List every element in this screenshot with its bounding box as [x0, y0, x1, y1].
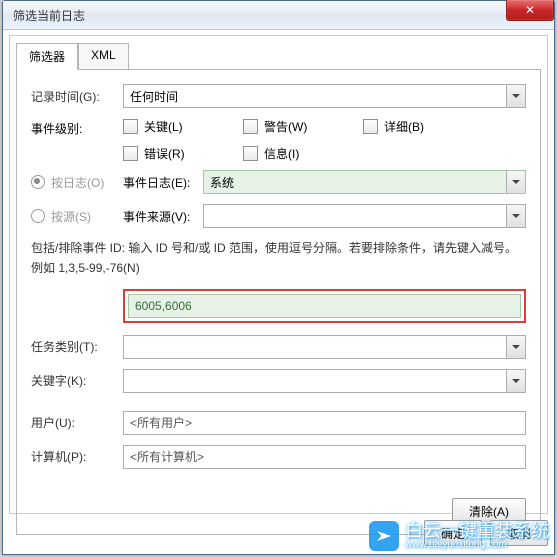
combo-event-log-value: 系统: [210, 174, 234, 191]
combo-logged-value: 任何时间: [130, 88, 178, 105]
client-area: 筛选器 XML 记录时间(G): 任何时间 事件级别: 关键(L): [9, 35, 548, 514]
combo-keyword[interactable]: [123, 369, 526, 393]
tab-strip: 筛选器 XML: [10, 36, 547, 69]
dialog-window: 筛选当前日志 ✕ 筛选器 XML 记录时间(G): 任何时间 事件级别:: [2, 0, 555, 555]
row-task: 任务类别(T):: [31, 335, 526, 359]
label-level: 事件级别:: [31, 118, 123, 137]
titlebar[interactable]: 筛选当前日志 ✕: [3, 1, 554, 30]
checkbox-critical[interactable]: 关键(L): [123, 118, 243, 135]
label-event-source: 事件来源(V):: [123, 208, 203, 225]
checkbox-icon: [123, 119, 138, 134]
combo-event-log[interactable]: 系统: [203, 170, 526, 194]
checkbox-icon: [243, 146, 258, 161]
row-by-log: 按日志(O) 事件日志(E): 系统: [31, 170, 526, 194]
event-id-description: 包括/排除事件 ID: 输入 ID 号和/或 ID 范围，使用逗号分隔。若要排除…: [31, 238, 526, 279]
event-id-highlight: 6005,6006: [123, 289, 526, 323]
combo-event-source[interactable]: [203, 204, 526, 228]
checkbox-icon: [243, 119, 258, 134]
window-title: 筛选当前日志: [13, 7, 85, 24]
checkbox-info[interactable]: 信息(I): [243, 145, 363, 162]
tab-filter[interactable]: 筛选器: [16, 43, 78, 70]
computer-input[interactable]: <所有计算机>: [123, 445, 526, 469]
chevron-down-icon: [506, 205, 525, 227]
computer-value: <所有计算机>: [130, 448, 204, 465]
event-id-input[interactable]: 6005,6006: [128, 294, 521, 318]
checkbox-verbose[interactable]: 详细(B): [363, 118, 483, 135]
cancel-button[interactable]: 取消: [490, 520, 548, 546]
label-computer: 计算机(P):: [31, 448, 123, 465]
checkbox-warning[interactable]: 警告(W): [243, 118, 363, 135]
row-user: 用户(U): <所有用户>: [31, 411, 526, 435]
radio-label: 按日志(O): [51, 174, 104, 191]
checkbox-label: 信息(I): [264, 145, 299, 162]
checkbox-error[interactable]: 错误(R): [123, 145, 243, 162]
row-level: 事件级别: 关键(L) 警告(W) 详细(B): [31, 118, 526, 162]
radio-by-source[interactable]: 按源(S): [31, 208, 123, 225]
tab-xml[interactable]: XML: [78, 43, 129, 70]
level-checkbox-grid: 关键(L) 警告(W) 详细(B) 错误(R): [123, 118, 483, 162]
label-event-log: 事件日志(E):: [123, 174, 203, 191]
checkbox-label: 错误(R): [144, 145, 185, 162]
close-button[interactable]: ✕: [506, 0, 554, 21]
radio-icon: [31, 209, 45, 223]
chevron-down-icon: [506, 336, 525, 358]
chevron-down-icon: [506, 171, 525, 193]
user-value: <所有用户>: [130, 414, 192, 431]
label-logged: 记录时间(G):: [31, 88, 123, 105]
close-icon: ✕: [525, 4, 535, 16]
tab-body: 记录时间(G): 任何时间 事件级别: 关键(L) 警告(W): [16, 69, 541, 535]
checkbox-icon: [123, 146, 138, 161]
checkbox-icon: [363, 119, 378, 134]
user-input[interactable]: <所有用户>: [123, 411, 526, 435]
chevron-down-icon: [506, 370, 525, 392]
chevron-down-icon: [506, 85, 525, 107]
row-keyword: 关键字(K):: [31, 369, 526, 393]
combo-task[interactable]: [123, 335, 526, 359]
radio-by-log[interactable]: 按日志(O): [31, 174, 123, 191]
combo-logged[interactable]: 任何时间: [123, 84, 526, 108]
radio-label: 按源(S): [51, 208, 91, 225]
row-computer: 计算机(P): <所有计算机>: [31, 445, 526, 469]
checkbox-label: 详细(B): [384, 118, 424, 135]
ok-button[interactable]: 确定: [424, 520, 482, 546]
label-user: 用户(U):: [31, 414, 123, 431]
checkbox-label: 警告(W): [264, 118, 307, 135]
radio-icon: [31, 175, 45, 189]
event-id-value: 6005,6006: [135, 299, 192, 313]
label-task: 任务类别(T):: [31, 338, 123, 355]
row-logged: 记录时间(G): 任何时间: [31, 84, 526, 108]
dialog-footer: 确定 取消: [9, 518, 548, 548]
label-keyword: 关键字(K):: [31, 372, 123, 389]
row-by-source: 按源(S) 事件来源(V):: [31, 204, 526, 228]
checkbox-label: 关键(L): [144, 118, 183, 135]
